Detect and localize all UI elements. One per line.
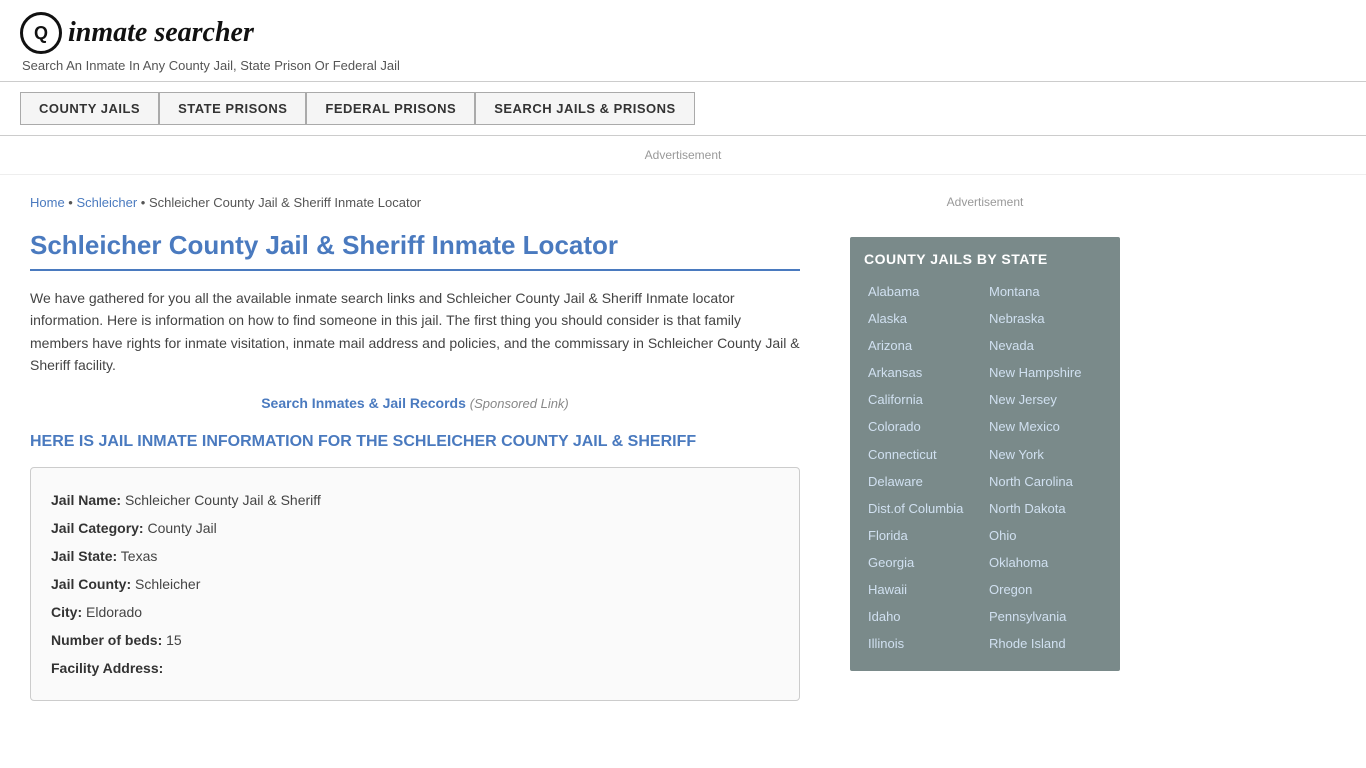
state-link[interactable]: North Carolina <box>985 469 1106 495</box>
breadcrumb-home-link[interactable]: Home <box>30 195 65 210</box>
sidebar-ad: Advertisement <box>850 185 1120 219</box>
search-inmates-link[interactable]: Search Inmates & Jail Records <box>261 395 466 411</box>
page-title: Schleicher County Jail & Sheriff Inmate … <box>30 230 800 271</box>
state-link[interactable]: Nevada <box>985 333 1106 359</box>
search-link-area: Search Inmates & Jail Records (Sponsored… <box>30 395 800 411</box>
jail-city-label: City: <box>51 604 82 620</box>
state-prisons-nav-btn[interactable]: STATE PRISONS <box>159 92 306 125</box>
jail-county-row: Jail County: Schleicher <box>51 570 779 598</box>
search-jails-nav-btn[interactable]: SEARCH JAILS & PRISONS <box>475 92 694 125</box>
state-columns: AlabamaAlaskaArizonaArkansasCaliforniaCo… <box>864 279 1106 657</box>
state-link[interactable]: Dist.of Columbia <box>864 496 985 522</box>
jail-category-label: Jail Category: <box>51 520 144 536</box>
jail-beds-row: Number of beds: 15 <box>51 626 779 654</box>
breadcrumb-current: Schleicher County Jail & Sheriff Inmate … <box>149 195 421 210</box>
state-link[interactable]: New Jersey <box>985 387 1106 413</box>
description: We have gathered for you all the availab… <box>30 287 800 377</box>
state-link[interactable]: Oklahoma <box>985 550 1106 576</box>
sponsored-label: (Sponsored Link) <box>470 396 569 411</box>
state-link[interactable]: Montana <box>985 279 1106 305</box>
state-link[interactable]: Pennsylvania <box>985 604 1106 630</box>
tagline: Search An Inmate In Any County Jail, Sta… <box>22 58 1346 73</box>
state-link[interactable]: Colorado <box>864 414 985 440</box>
state-link[interactable]: Florida <box>864 523 985 549</box>
state-link[interactable]: New York <box>985 442 1106 468</box>
info-heading: HERE IS JAIL INMATE INFORMATION FOR THE … <box>30 433 800 451</box>
state-col-2: MontanaNebraskaNevadaNew HampshireNew Je… <box>985 279 1106 657</box>
jail-city-row: City: Eldorado <box>51 598 779 626</box>
county-jails-nav-btn[interactable]: COUNTY JAILS <box>20 92 159 125</box>
state-link[interactable]: Hawaii <box>864 577 985 603</box>
breadcrumb-parent-link[interactable]: Schleicher <box>76 195 137 210</box>
breadcrumb: Home • Schleicher • Schleicher County Ja… <box>30 195 800 210</box>
state-link[interactable]: Arkansas <box>864 360 985 386</box>
state-box-title: COUNTY JAILS BY STATE <box>864 251 1106 267</box>
state-link[interactable]: Idaho <box>864 604 985 630</box>
main-content: Home • Schleicher • Schleicher County Ja… <box>0 175 830 721</box>
jail-beds-label: Number of beds: <box>51 632 162 648</box>
state-link[interactable]: Illinois <box>864 631 985 657</box>
jail-city-value: Eldorado <box>86 604 142 620</box>
jail-state-label: Jail State: <box>51 548 117 564</box>
state-link[interactable]: Alabama <box>864 279 985 305</box>
state-col-1: AlabamaAlaskaArizonaArkansasCaliforniaCo… <box>864 279 985 657</box>
state-link[interactable]: Rhode Island <box>985 631 1106 657</box>
state-link[interactable]: New Mexico <box>985 414 1106 440</box>
logo-icon: Q <box>20 12 62 54</box>
header: Q inmate searcher Search An Inmate In An… <box>0 0 1366 82</box>
logo-text-span: inmate searcher <box>68 17 254 48</box>
state-link[interactable]: Nebraska <box>985 306 1106 332</box>
jail-county-label: Jail County: <box>51 576 131 592</box>
jail-name-label: Jail Name: <box>51 492 121 508</box>
state-link[interactable]: Georgia <box>864 550 985 576</box>
main-layout: Home • Schleicher • Schleicher County Ja… <box>0 175 1366 721</box>
logo-area: Q inmate searcher <box>20 12 1346 54</box>
jail-name-value: Schleicher County Jail & Sheriff <box>125 492 321 508</box>
state-link[interactable]: California <box>864 387 985 413</box>
jail-address-row: Facility Address: <box>51 654 779 682</box>
state-link[interactable]: Ohio <box>985 523 1106 549</box>
jail-county-value: Schleicher <box>135 576 200 592</box>
state-link[interactable]: Delaware <box>864 469 985 495</box>
state-link[interactable]: Arizona <box>864 333 985 359</box>
logo-text: inmate searcher <box>68 17 254 49</box>
jail-address-label: Facility Address: <box>51 660 163 676</box>
federal-prisons-nav-btn[interactable]: FEDERAL PRISONS <box>306 92 475 125</box>
state-link[interactable]: New Hampshire <box>985 360 1106 386</box>
sidebar: Advertisement COUNTY JAILS BY STATE Alab… <box>830 175 1140 721</box>
jail-name-row: Jail Name: Schleicher County Jail & Sher… <box>51 486 779 514</box>
nav-bar: COUNTY JAILS STATE PRISONS FEDERAL PRISO… <box>0 82 1366 136</box>
jail-category-value: County Jail <box>147 520 216 536</box>
county-jails-by-state-box: COUNTY JAILS BY STATE AlabamaAlaskaArizo… <box>850 237 1120 671</box>
state-link[interactable]: Alaska <box>864 306 985 332</box>
ad-banner: Advertisement <box>0 136 1366 175</box>
state-link[interactable]: North Dakota <box>985 496 1106 522</box>
jail-state-row: Jail State: Texas <box>51 542 779 570</box>
jail-beds-value: 15 <box>166 632 182 648</box>
state-link[interactable]: Oregon <box>985 577 1106 603</box>
state-link[interactable]: Connecticut <box>864 442 985 468</box>
jail-info-box: Jail Name: Schleicher County Jail & Sher… <box>30 467 800 701</box>
jail-category-row: Jail Category: County Jail <box>51 514 779 542</box>
jail-state-value: Texas <box>121 548 158 564</box>
